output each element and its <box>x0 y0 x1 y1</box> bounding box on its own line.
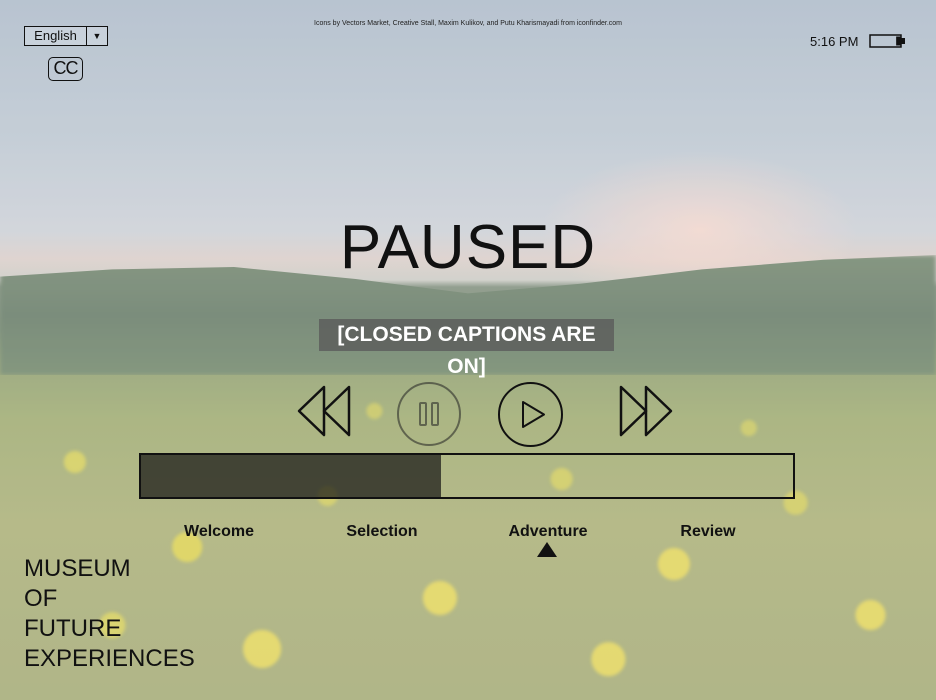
current-chapter-marker <box>537 542 557 557</box>
progress-bar[interactable] <box>139 453 795 499</box>
battery-icon <box>869 34 905 48</box>
brand-line: OF <box>24 585 58 612</box>
chapter-selection[interactable]: Selection <box>322 523 442 541</box>
fast-forward-button[interactable] <box>618 384 674 438</box>
rewind-icon <box>297 385 351 437</box>
closed-captions-button[interactable]: CC <box>48 57 83 81</box>
language-value: English <box>34 28 77 43</box>
fast-forward-icon <box>619 385 673 437</box>
chapter-welcome[interactable]: Welcome <box>159 523 279 541</box>
chapter-review[interactable]: Review <box>648 523 768 541</box>
progress-fill <box>141 455 441 497</box>
caption-text: [CLOSED CAPTIONS ARE ON] <box>319 319 614 378</box>
pause-button[interactable] <box>396 381 462 447</box>
brand-line: FUTURE <box>24 615 122 642</box>
clock: 5:16 PM <box>810 34 859 49</box>
brand-line: MUSEUM <box>24 555 131 582</box>
brand-line: EXPERIENCES <box>24 645 195 672</box>
chapter-adventure[interactable]: Adventure <box>488 523 608 541</box>
playback-status-title: PAUSED <box>339 213 597 282</box>
battery-level <box>896 36 901 46</box>
chevron-down-icon: ▼ <box>86 27 107 45</box>
play-button[interactable] <box>497 381 564 448</box>
icon-credit: Icons by Vectors Market, Creative Stall,… <box>314 20 622 27</box>
rewind-button[interactable] <box>296 384 352 438</box>
museum-logo: MUSEUM OF FUTURE EXPERIENCES <box>24 554 195 674</box>
pause-icon <box>397 382 461 446</box>
play-icon <box>498 382 563 447</box>
language-select[interactable]: English ▼ <box>24 26 108 46</box>
